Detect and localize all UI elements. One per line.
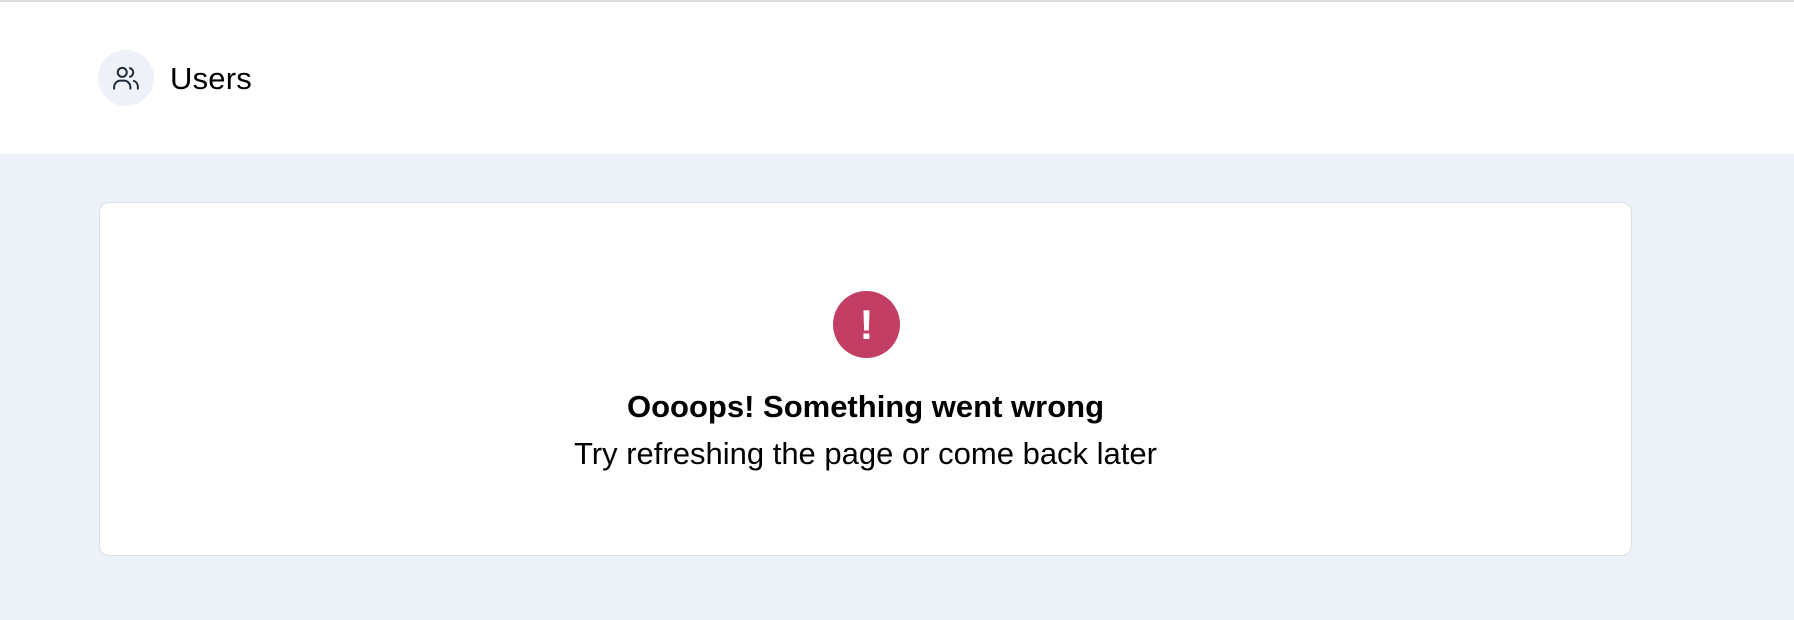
users-icon bbox=[98, 50, 154, 106]
header-title-group: Users bbox=[98, 50, 252, 106]
exclamation-icon: ! bbox=[833, 291, 900, 358]
error-title: Oooops! Something went wrong bbox=[626, 389, 1105, 424]
error-card: ! Oooops! Something went wrong Try refre… bbox=[99, 202, 1632, 556]
error-message: Try refreshing the page or come back lat… bbox=[574, 436, 1157, 471]
page-header: Users bbox=[0, 2, 1794, 154]
page-title: Users bbox=[170, 60, 252, 96]
